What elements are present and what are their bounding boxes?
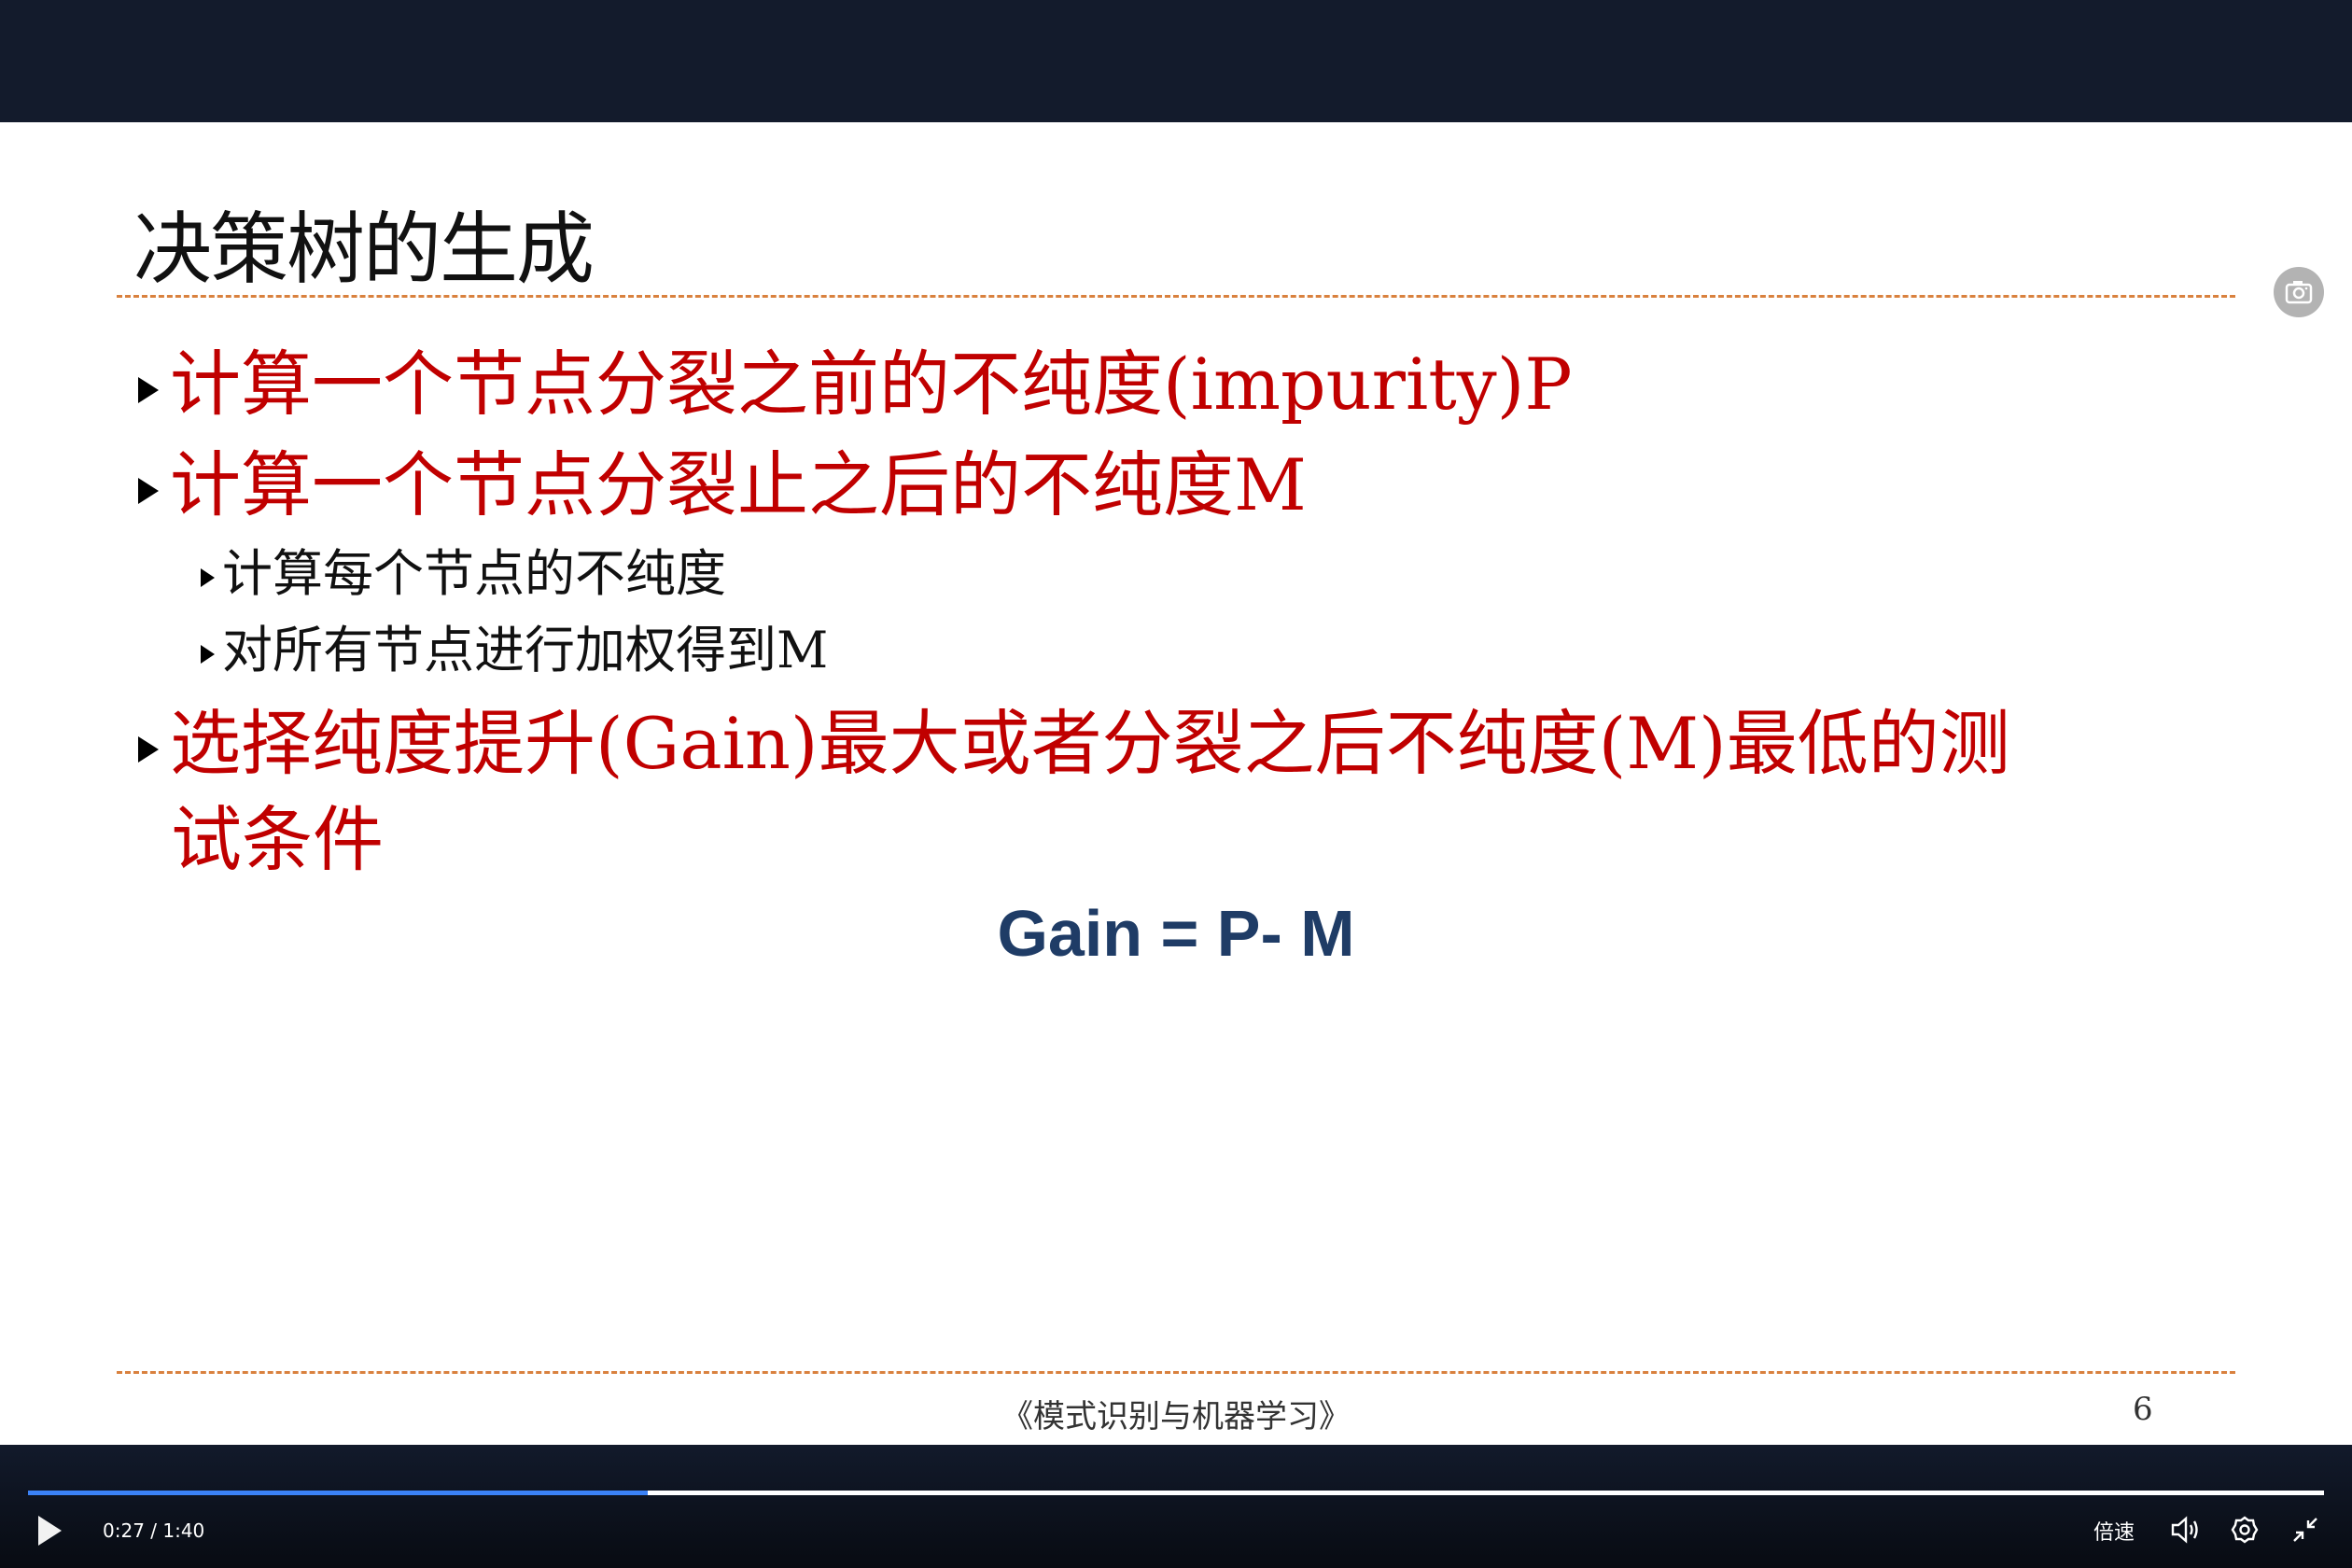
screenshot-button[interactable]	[2274, 267, 2324, 317]
progress-fill	[28, 1491, 649, 1495]
player-controls	[0, 1445, 2352, 1568]
slide-title: 决策树的生成	[133, 203, 595, 295]
bullet-arrow-icon	[201, 645, 215, 664]
volume-icon	[2171, 1516, 2198, 1544]
sub-bullet-1: 计算每个节点的不纯度	[201, 532, 726, 606]
bullet-arrow-icon	[138, 478, 159, 504]
speed-button[interactable]: 倍速	[2093, 1516, 2135, 1546]
bullet-2: 计算一个节点分裂止之后的不纯度M	[138, 427, 1307, 530]
sub-bullet-2: 对所有节点进行加权得到M	[201, 609, 828, 682]
bullet-text: 计算一个节点分裂止之后的不纯度M	[170, 443, 1307, 526]
play-icon	[38, 1516, 62, 1546]
time-display: 0:27 / 1:40	[103, 1519, 205, 1542]
exit-fullscreen-button[interactable]	[2291, 1516, 2319, 1547]
top-bar	[0, 0, 2352, 122]
camera-icon	[2285, 281, 2313, 304]
divider-top	[117, 295, 2235, 298]
volume-button[interactable]	[2170, 1516, 2200, 1547]
bullet-3: 选择纯度提升(Gain)最大或者分裂之后不纯度(M)最低的测	[138, 686, 2010, 789]
settings-button[interactable]	[2231, 1516, 2259, 1547]
bullet-arrow-icon	[138, 377, 159, 403]
settings-icon	[2231, 1516, 2259, 1544]
bullet-text: 计算一个节点分裂之前的不纯度(impurity)P	[170, 343, 1573, 426]
bullet-arrow-icon	[201, 568, 215, 587]
gain-formula: Gain = P- M	[997, 897, 1355, 970]
divider-bottom	[117, 1371, 2235, 1374]
bullet-1: 计算一个节点分裂之前的不纯度(impurity)P	[138, 327, 1573, 429]
play-button[interactable]	[35, 1514, 63, 1551]
sub-bullet-text: 对所有节点进行加权得到M	[222, 621, 829, 679]
page-number: 6	[2133, 1391, 2153, 1428]
bullet-text: 选择纯度提升(Gain)最大或者分裂之后不纯度(M)最低的测	[170, 702, 2010, 785]
slide-footer: 《模式识别与机器学习》	[1001, 1398, 1351, 1435]
exit-fullscreen-icon	[2293, 1518, 2317, 1542]
progress-bar[interactable]	[28, 1491, 2324, 1495]
bullet-3-line-2: 试条件	[171, 798, 384, 881]
bullet-arrow-icon	[138, 736, 159, 763]
sub-bullet-text: 计算每个节点的不纯度	[222, 544, 726, 603]
